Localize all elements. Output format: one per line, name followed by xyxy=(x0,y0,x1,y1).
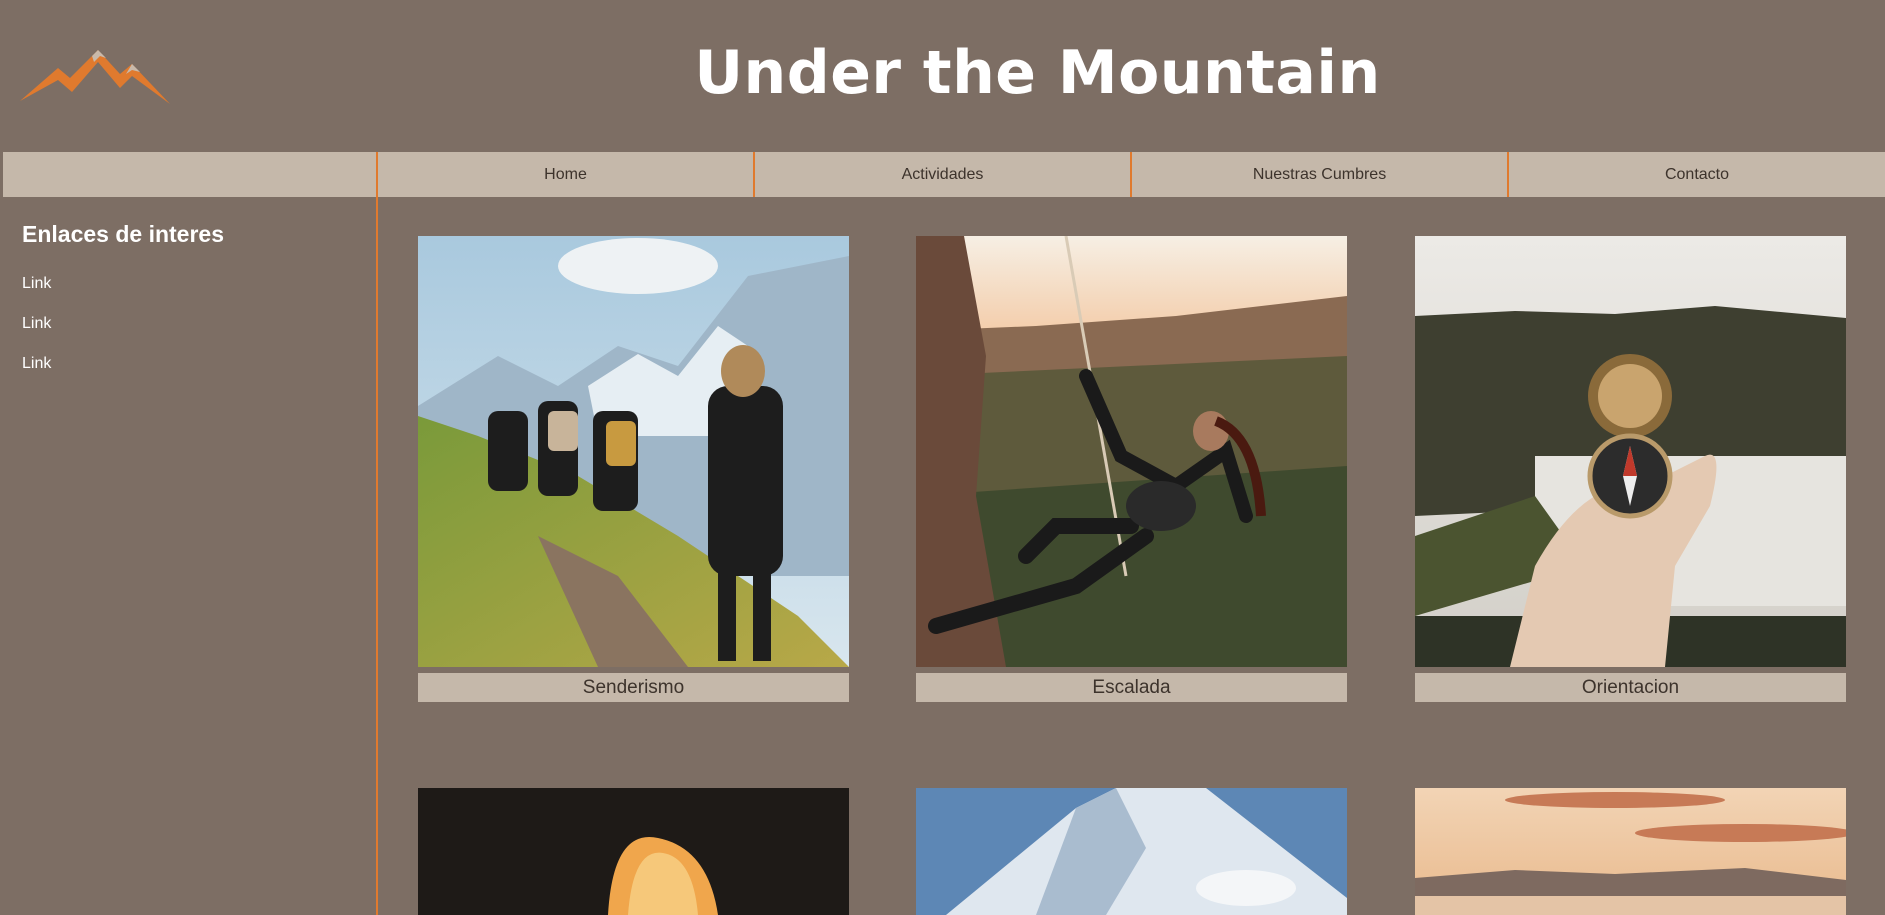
activity-card-cave[interactable] xyxy=(418,788,849,915)
activity-card-orientacion[interactable]: Orientacion xyxy=(1415,236,1846,702)
nav-item-nuestras-cumbres[interactable]: Nuestras Cumbres xyxy=(1132,152,1509,197)
activity-card-senderismo[interactable]: Senderismo xyxy=(418,236,849,702)
sidebar-link[interactable]: Link xyxy=(22,275,51,293)
card-label[interactable]: Senderismo xyxy=(418,673,849,702)
activity-card-sunset[interactable] xyxy=(1415,788,1846,915)
site-title: Under the Mountain xyxy=(694,38,1381,108)
hiking-photo[interactable] xyxy=(418,236,849,667)
nav-item-home[interactable]: Home xyxy=(378,152,755,197)
card-label[interactable]: Escalada xyxy=(916,673,1347,702)
sunset-lake-photo[interactable] xyxy=(1415,788,1846,915)
sidebar-heading: Enlaces de interes xyxy=(22,221,224,247)
nav-spacer xyxy=(3,152,378,197)
orienteering-photo[interactable] xyxy=(1415,236,1846,667)
sidebar-link[interactable]: Link xyxy=(22,355,51,373)
climbing-photo[interactable] xyxy=(916,236,1347,667)
site-header: Under the Mountain xyxy=(0,0,1885,152)
nav-item-actividades[interactable]: Actividades xyxy=(755,152,1132,197)
sidebar-link[interactable]: Link xyxy=(22,315,51,333)
sidebar: Enlaces de interes Link Link Link xyxy=(0,197,378,915)
nav-item-contacto[interactable]: Contacto xyxy=(1509,152,1885,197)
cave-photo[interactable] xyxy=(418,788,849,915)
snowy-peak-photo[interactable] xyxy=(916,788,1347,915)
card-label[interactable]: Orientacion xyxy=(1415,673,1846,702)
activity-card-escalada[interactable]: Escalada xyxy=(916,236,1347,702)
activity-card-summit[interactable] xyxy=(916,788,1347,915)
main-navbar: Home Actividades Nuestras Cumbres Contac… xyxy=(3,152,1885,197)
